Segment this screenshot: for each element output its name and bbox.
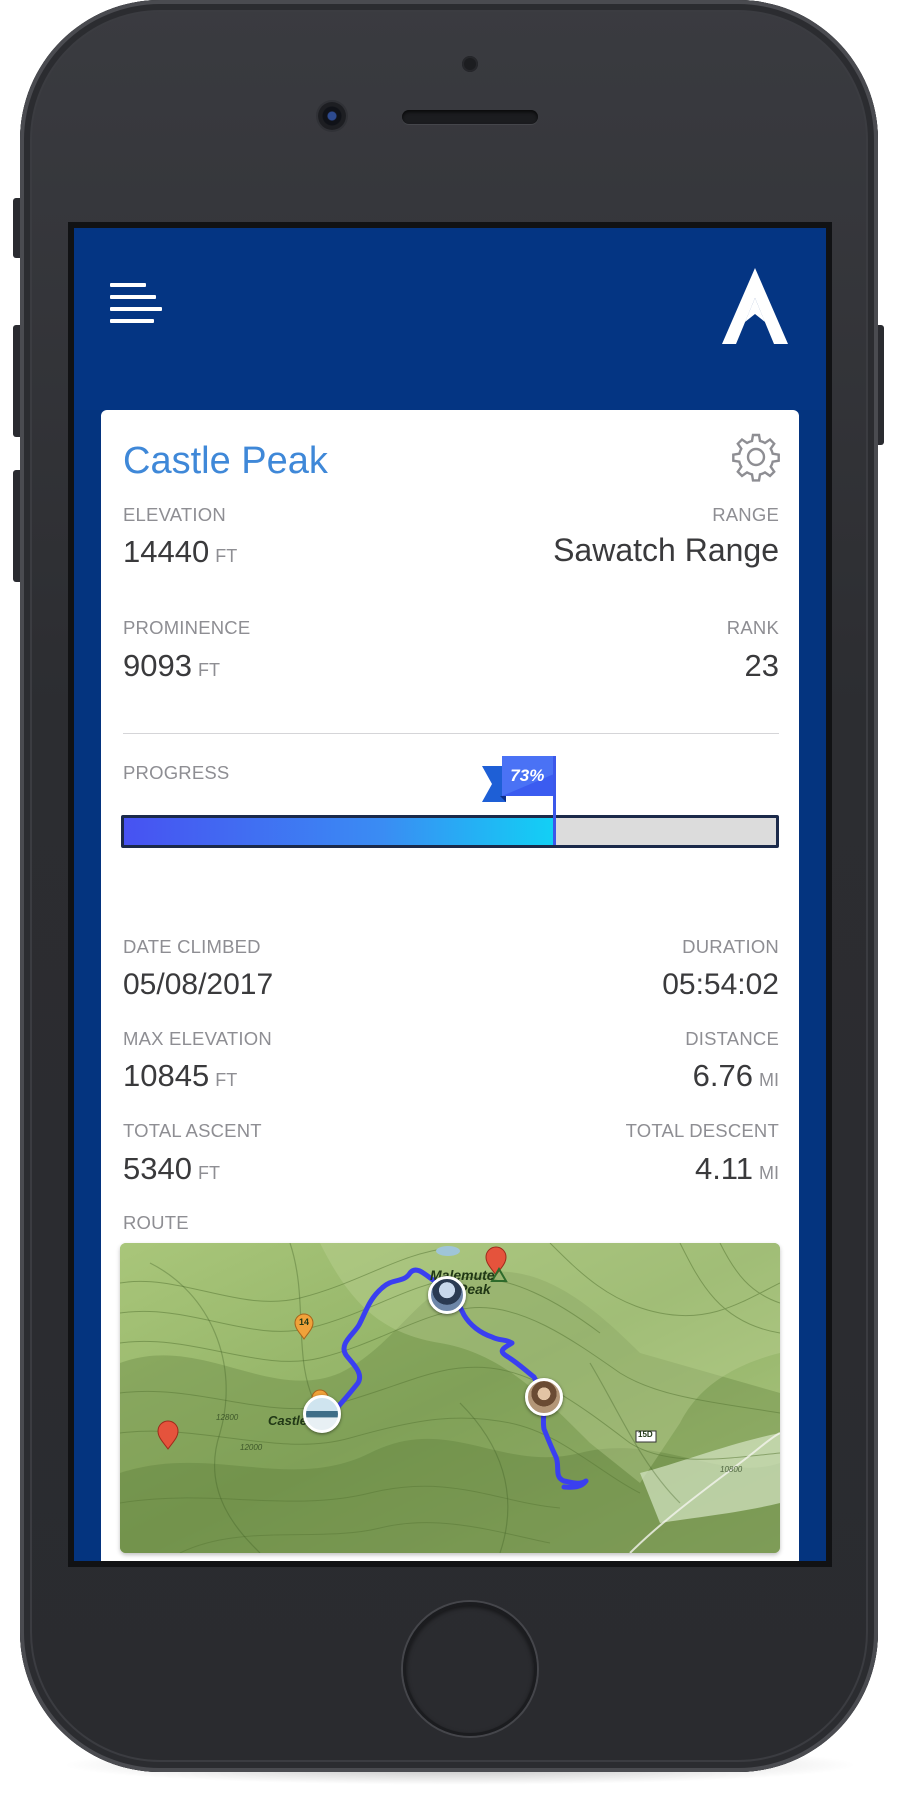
front-camera (318, 102, 346, 130)
distance-value: 6.76 MI (693, 1058, 779, 1094)
route-photo-hiker[interactable] (525, 1378, 563, 1416)
total-ascent-number: 5340 (123, 1151, 192, 1186)
progress-bar (121, 815, 779, 848)
rank-label: RANK (726, 617, 779, 638)
mountain-logo-icon[interactable] (722, 268, 788, 344)
page-title: Castle Peak (123, 440, 328, 482)
range-label: RANGE (712, 504, 779, 525)
map-label-contour-1: 12800 (216, 1413, 239, 1422)
prominence-unit: FT (197, 660, 220, 680)
range-value: Sawatch Range (553, 532, 779, 568)
proximity-sensor (462, 56, 478, 72)
total-descent-unit: MI (759, 1163, 779, 1183)
date-climbed-value: 05/08/2017 (123, 968, 274, 1001)
gear-icon[interactable] (731, 432, 781, 482)
duration-label: DURATION (682, 936, 779, 957)
prominence-value: 9093 FT (123, 648, 220, 684)
date-climbed-label: DATE CLIMBED (123, 936, 261, 957)
max-elevation-unit: FT (215, 1070, 238, 1090)
hamburger-menu-icon[interactable] (110, 283, 162, 325)
elevation-label: ELEVATION (123, 504, 226, 525)
rank-value: 23 (744, 648, 779, 683)
total-descent-number: 4.11 (694, 1151, 753, 1186)
route-photo-castle-peak[interactable] (303, 1395, 341, 1433)
app-header (74, 228, 826, 410)
duration-value: 05:54:02 (662, 968, 779, 1001)
prominence-label: PROMINENCE (123, 617, 251, 638)
distance-label: DISTANCE (685, 1028, 779, 1049)
total-ascent-value: 5340 FT (123, 1151, 220, 1187)
total-descent-value: 4.11 MI (695, 1151, 779, 1187)
earpiece-speaker (402, 110, 538, 124)
distance-unit: MI (759, 1070, 779, 1090)
total-ascent-label: TOTAL ASCENT (123, 1120, 262, 1141)
elevation-unit: FT (215, 546, 238, 566)
max-elevation-value: 10845 FT (123, 1058, 237, 1094)
progress-flag-pole (553, 756, 557, 845)
route-photo-summit[interactable] (428, 1276, 466, 1314)
progress-bar-fill (124, 818, 555, 845)
map-label-contour-3: 10800 (720, 1465, 743, 1474)
distance-number: 6.76 (692, 1058, 753, 1093)
map-label-marker-number: 14 (299, 1317, 310, 1327)
section-divider (123, 733, 779, 734)
elevation-value: 14440 FT (123, 534, 237, 570)
app-screen: Castle Peak ELEVATION 14440 FT RANGE Sawa… (74, 228, 826, 1561)
route-label: ROUTE (123, 1212, 189, 1233)
elevation-number: 14440 (123, 534, 210, 569)
map-label-route-sign: 15D (638, 1430, 653, 1439)
max-elevation-label: MAX ELEVATION (123, 1028, 272, 1049)
total-descent-label: TOTAL DESCENT (625, 1120, 779, 1141)
home-button[interactable] (403, 1602, 537, 1736)
route-map[interactable]: Malemute Peak Castle Pea 15D 14 12800 12… (120, 1243, 780, 1553)
prominence-number: 9093 (123, 648, 192, 683)
progress-percent: 73% (510, 766, 545, 785)
map-label-contour-2: 12000 (240, 1443, 263, 1452)
max-elevation-number: 10845 (123, 1058, 210, 1093)
peak-detail-card: Castle Peak ELEVATION 14440 FT RANGE Sawa… (101, 410, 799, 1561)
progress-label: PROGRESS (123, 762, 230, 783)
total-ascent-unit: FT (197, 1163, 220, 1183)
